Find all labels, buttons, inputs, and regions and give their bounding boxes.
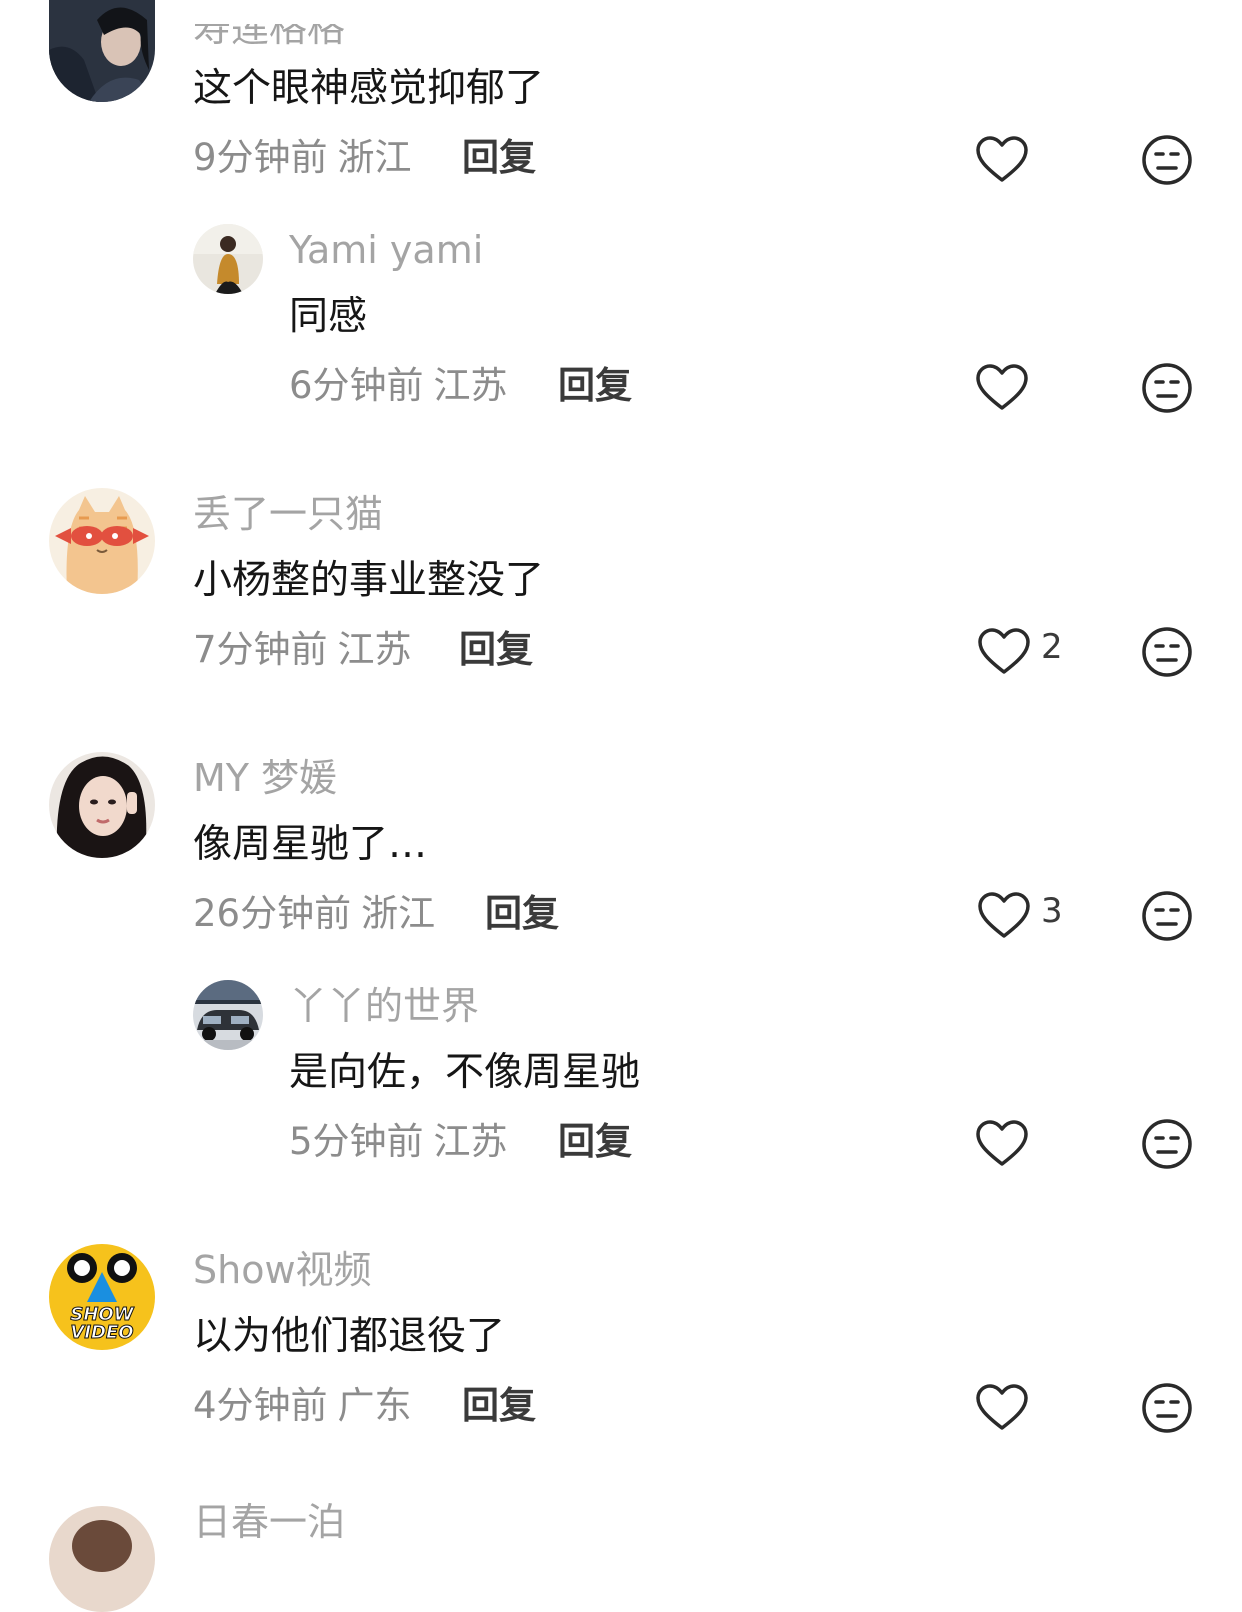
comment-meta: 9分钟前 浙江: [193, 136, 412, 180]
comment-time: 9分钟前: [193, 136, 328, 179]
comment-meta: 5分钟前 江苏: [289, 1120, 508, 1164]
neutral-face-icon[interactable]: [1141, 890, 1193, 942]
avatar[interactable]: [193, 224, 263, 294]
comment-location: 浙江: [337, 136, 412, 179]
comment-username[interactable]: MY 梦媛: [193, 756, 337, 800]
comment-text: 以为他们都退役了: [193, 1314, 506, 1359]
comment-text: 像周星驰了…: [193, 822, 428, 867]
comment-username[interactable]: 寿莲格格: [193, 24, 345, 50]
neutral-face-icon[interactable]: [1141, 362, 1193, 414]
heart-outline-icon[interactable]: [975, 135, 1029, 185]
heart-outline-icon[interactable]: [977, 891, 1031, 941]
heart-outline-icon[interactable]: [975, 1383, 1029, 1433]
like-count: 2: [1041, 627, 1063, 667]
comment-text: 同感: [289, 294, 368, 339]
comment-time: 6分钟前: [289, 364, 424, 407]
avatar[interactable]: [193, 980, 263, 1050]
reply-button[interactable]: 回复: [459, 628, 533, 672]
comment-meta: 6分钟前 江苏: [289, 364, 508, 408]
reply-button[interactable]: 回复: [558, 1120, 632, 1164]
comment-meta: 4分钟前 广东: [193, 1384, 412, 1428]
neutral-face-icon[interactable]: [1141, 1382, 1193, 1434]
comment-time: 26分钟前: [193, 892, 352, 935]
reply-button[interactable]: 回复: [462, 1384, 536, 1428]
reply-button[interactable]: 回复: [485, 892, 559, 936]
heart-outline-icon[interactable]: [975, 363, 1029, 413]
reply-button[interactable]: 回复: [462, 136, 536, 180]
comment-time: 7分钟前: [193, 628, 328, 671]
neutral-face-icon[interactable]: [1141, 626, 1193, 678]
like-count: 3: [1041, 891, 1063, 931]
comment-location: 浙江: [361, 892, 436, 935]
heart-outline-icon[interactable]: [975, 1119, 1029, 1169]
reply-button[interactable]: 回复: [558, 364, 632, 408]
comment-meta: 26分钟前 浙江: [193, 892, 435, 936]
neutral-face-icon[interactable]: [1141, 1118, 1193, 1170]
comment-username[interactable]: 日春一泊: [193, 1500, 345, 1544]
neutral-face-icon[interactable]: [1141, 134, 1193, 186]
comment-location: 江苏: [433, 1120, 508, 1163]
comment-username[interactable]: Show视频: [193, 1248, 372, 1292]
show-badge-line2: VIDEO: [70, 1322, 133, 1343]
comment-time: 4分钟前: [193, 1384, 328, 1427]
comment-username[interactable]: 丫丫的世界: [289, 984, 479, 1028]
comment-username[interactable]: 丢了一只猫: [193, 492, 383, 536]
comment-location: 江苏: [433, 364, 508, 407]
comment-text: 是向佐，不像周星驰: [289, 1050, 641, 1095]
avatar[interactable]: [49, 0, 155, 102]
comment-location: 江苏: [337, 628, 412, 671]
comment-username[interactable]: Yami yami: [289, 228, 483, 272]
comment-location: 广东: [337, 1384, 412, 1427]
avatar[interactable]: [49, 488, 155, 594]
avatar[interactable]: SHOW VIDEO: [49, 1244, 155, 1350]
heart-outline-icon[interactable]: [977, 627, 1031, 677]
comment-meta: 7分钟前 江苏: [193, 628, 412, 672]
comment-text: 小杨整的事业整没了: [193, 558, 545, 603]
comment-time: 5分钟前: [289, 1120, 424, 1163]
avatar[interactable]: [49, 752, 155, 858]
comment-text: 这个眼神感觉抑郁了: [193, 66, 545, 111]
